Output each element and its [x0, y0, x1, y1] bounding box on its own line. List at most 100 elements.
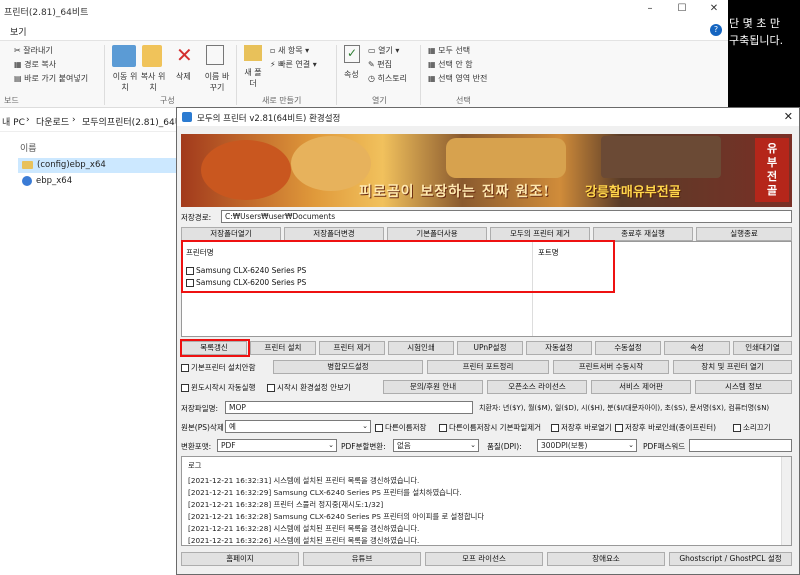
- open-source-license-button[interactable]: 오픈소스 라이선스: [487, 380, 587, 394]
- save-as-remove-default-checkbox[interactable]: 다른이름저장시 기본파일제거: [439, 422, 541, 433]
- select-none-button[interactable]: ▦ 선택 안 함: [428, 59, 473, 70]
- delete-icon: ✕: [176, 43, 193, 67]
- group-organize: 구성: [160, 96, 175, 105]
- quality-select[interactable]: 300DPI(보통) ⌄: [537, 439, 637, 452]
- open-devices-printers-button[interactable]: 장치 및 프린터 열기: [673, 360, 792, 374]
- troubleshoot-button[interactable]: 장애요소: [547, 552, 665, 566]
- file-row[interactable]: (config)ebp_x64: [18, 158, 178, 173]
- printer-checkbox[interactable]: [186, 267, 194, 275]
- restart-after-exit-button[interactable]: 종료후 재실행: [593, 227, 693, 241]
- test-print-button[interactable]: 시험인쇄: [388, 341, 454, 355]
- caption-line-2: 구축됩니다.: [729, 34, 784, 47]
- change-save-folder-button[interactable]: 저장폴더변경: [284, 227, 384, 241]
- properties-button[interactable]: 속성: [664, 341, 730, 355]
- log-line: [2021-12-21 16:32:28] 시스템에 설치된 프린터 목록을 갱…: [188, 524, 420, 533]
- manual-settings-button[interactable]: 수동설정: [595, 341, 661, 355]
- help-icon[interactable]: ?: [710, 24, 722, 36]
- save-as-checkbox[interactable]: 다른이름저장: [375, 422, 426, 433]
- explorer-tabs: 보기 ?: [0, 22, 728, 40]
- folder-icon: [22, 161, 33, 169]
- maximize-icon[interactable]: ☐: [672, 3, 692, 17]
- open-button[interactable]: ▭ 열기 ▾: [368, 45, 399, 56]
- caption-line-1: 단 몇 초 만: [729, 17, 780, 30]
- save-path-label: 저장경로:: [181, 213, 212, 222]
- log-panel[interactable]: 로그 [2021-12-21 16:32:31] 시스템에 설치된 프린터 목록…: [181, 456, 792, 546]
- hide-settings-checkbox[interactable]: 시작시 환경설정 안보기: [267, 382, 351, 393]
- use-default-folder-button[interactable]: 기본폴더사용: [387, 227, 487, 241]
- pdf-password-input[interactable]: [689, 439, 792, 452]
- paste-shortcut-button[interactable]: ▤ 바로 가기 붙여넣기: [14, 73, 88, 84]
- navigation-pane[interactable]: [0, 132, 12, 575]
- file-row[interactable]: ebp_x64: [18, 174, 178, 189]
- auto-start-checkbox[interactable]: 윈도시작시 자동실행: [181, 382, 255, 393]
- upnp-settings-button[interactable]: UPnP설정: [457, 341, 523, 355]
- properties-button[interactable]: 속성: [344, 69, 359, 80]
- ghostscript-settings-button[interactable]: Ghostscript / GhostPCL 설정: [669, 552, 792, 566]
- invert-selection-button[interactable]: ▦ 선택 영역 반전: [428, 73, 487, 84]
- easy-access-button[interactable]: ⚡ 빠른 연결 ▾: [270, 59, 317, 70]
- youtube-button[interactable]: 유튜브: [303, 552, 421, 566]
- new-item-button[interactable]: ▫ 새 항목 ▾: [270, 45, 309, 56]
- printer-checkbox[interactable]: [186, 279, 194, 287]
- save-path-input[interactable]: C:₩Users₩user₩Documents: [221, 210, 792, 223]
- minimize-icon[interactable]: –: [640, 3, 660, 17]
- inquiry-donation-button[interactable]: 문의/후원 안내: [383, 380, 483, 394]
- copy-to-button[interactable]: 복사 위치: [140, 71, 166, 93]
- move-to-icon: [112, 45, 136, 67]
- print-queue-button[interactable]: 인쇄대기열: [733, 341, 792, 355]
- service-control-button[interactable]: 서비스 제어판: [591, 380, 691, 394]
- edit-button[interactable]: ✎ 편집: [368, 59, 392, 70]
- settings-dialog: 모두의 프린터 v2.81(64비트) 환경설정 ✕ 피로곰이 보장하는 진짜 …: [176, 107, 800, 575]
- format-select[interactable]: PDF ⌄: [217, 439, 337, 452]
- start-print-server-button[interactable]: 프린트서버 수동시작: [553, 360, 669, 374]
- exit-button[interactable]: 실행종료: [696, 227, 792, 241]
- breadcrumb-pc[interactable]: 내 PC: [2, 115, 25, 128]
- group-clipboard: 보드: [4, 96, 19, 105]
- delete-ps-label: 원본(PS)삭제: [181, 423, 224, 432]
- rename-button[interactable]: 이름 바꾸기: [204, 71, 230, 93]
- install-printer-button[interactable]: 프린터 설치: [250, 341, 316, 355]
- explorer-title: 프린터(2.81)_64비트: [4, 8, 89, 18]
- copy-to-icon: [142, 45, 162, 67]
- delete-button[interactable]: 삭제: [176, 71, 191, 82]
- copy-path-button[interactable]: ▦ 경로 복사: [14, 59, 56, 70]
- cut-button[interactable]: ✂ 잘라내기: [14, 45, 53, 56]
- filename-input[interactable]: MOP: [225, 401, 473, 414]
- refresh-list-button[interactable]: 목록갱신: [181, 341, 247, 355]
- open-save-folder-button[interactable]: 저장폴더열기: [181, 227, 281, 241]
- remove-printer-button[interactable]: 프린터 제거: [319, 341, 385, 355]
- caption-overlay: 단 몇 초 만 구축됩니다.: [728, 0, 800, 108]
- breadcrumb-folder[interactable]: 모두의프린터(2.81)_64비: [82, 115, 183, 128]
- auto-settings-button[interactable]: 자동설정: [526, 341, 592, 355]
- close-icon[interactable]: ✕: [704, 3, 724, 17]
- system-info-button[interactable]: 시스템 정보: [695, 380, 792, 394]
- breadcrumb-downloads[interactable]: 다운로드: [36, 115, 69, 128]
- column-header-name[interactable]: 이름: [18, 136, 178, 156]
- history-button[interactable]: ◷ 히스토리: [368, 73, 407, 84]
- delete-ps-select[interactable]: 예 ⌄: [225, 420, 371, 433]
- printer-row[interactable]: Samsung CLX-6200 Series PS: [186, 278, 306, 287]
- remove-printer-app-button[interactable]: 모두의 프린터 제거: [490, 227, 590, 241]
- clean-printer-ports-button[interactable]: 프린터 포트정리: [427, 360, 549, 374]
- printer-list[interactable]: 프린터명 포트명 Samsung CLX-6240 Series PS Sams…: [181, 241, 792, 337]
- homepage-button[interactable]: 홈페이지: [181, 552, 299, 566]
- pdf-split-select[interactable]: 없음 ⌄: [393, 439, 479, 452]
- printer-row[interactable]: Samsung CLX-6240 Series PS: [186, 266, 306, 275]
- banner-sign: 유부전골: [755, 138, 789, 202]
- open-after-save-checkbox[interactable]: 저장후 바로열기: [551, 422, 612, 433]
- move-to-button[interactable]: 이동 위치: [112, 71, 138, 93]
- explorer-title-bar: 프린터(2.81)_64비트 – ☐ ✕: [0, 0, 728, 22]
- new-folder-button[interactable]: 새 폴더: [244, 67, 262, 89]
- chevron-down-icon: ⌄: [470, 441, 476, 449]
- close-icon[interactable]: ✕: [784, 110, 793, 123]
- merge-mode-button[interactable]: 병합모드설정: [273, 360, 423, 374]
- mute-checkbox[interactable]: 소리끄기: [733, 422, 771, 433]
- app-icon: [22, 176, 32, 186]
- mop-license-button[interactable]: 모프 라이선스: [425, 552, 543, 566]
- properties-icon: ✓: [344, 45, 360, 63]
- log-scrollbar[interactable]: [781, 457, 791, 545]
- print-after-save-checkbox[interactable]: 저장후 바로인쇄(종이프린터): [615, 422, 716, 433]
- select-all-button[interactable]: ▦ 모두 선택: [428, 45, 470, 56]
- no-default-printer-checkbox[interactable]: 기본프린터 설치안함: [181, 362, 255, 373]
- tab-view[interactable]: 보기: [10, 25, 27, 38]
